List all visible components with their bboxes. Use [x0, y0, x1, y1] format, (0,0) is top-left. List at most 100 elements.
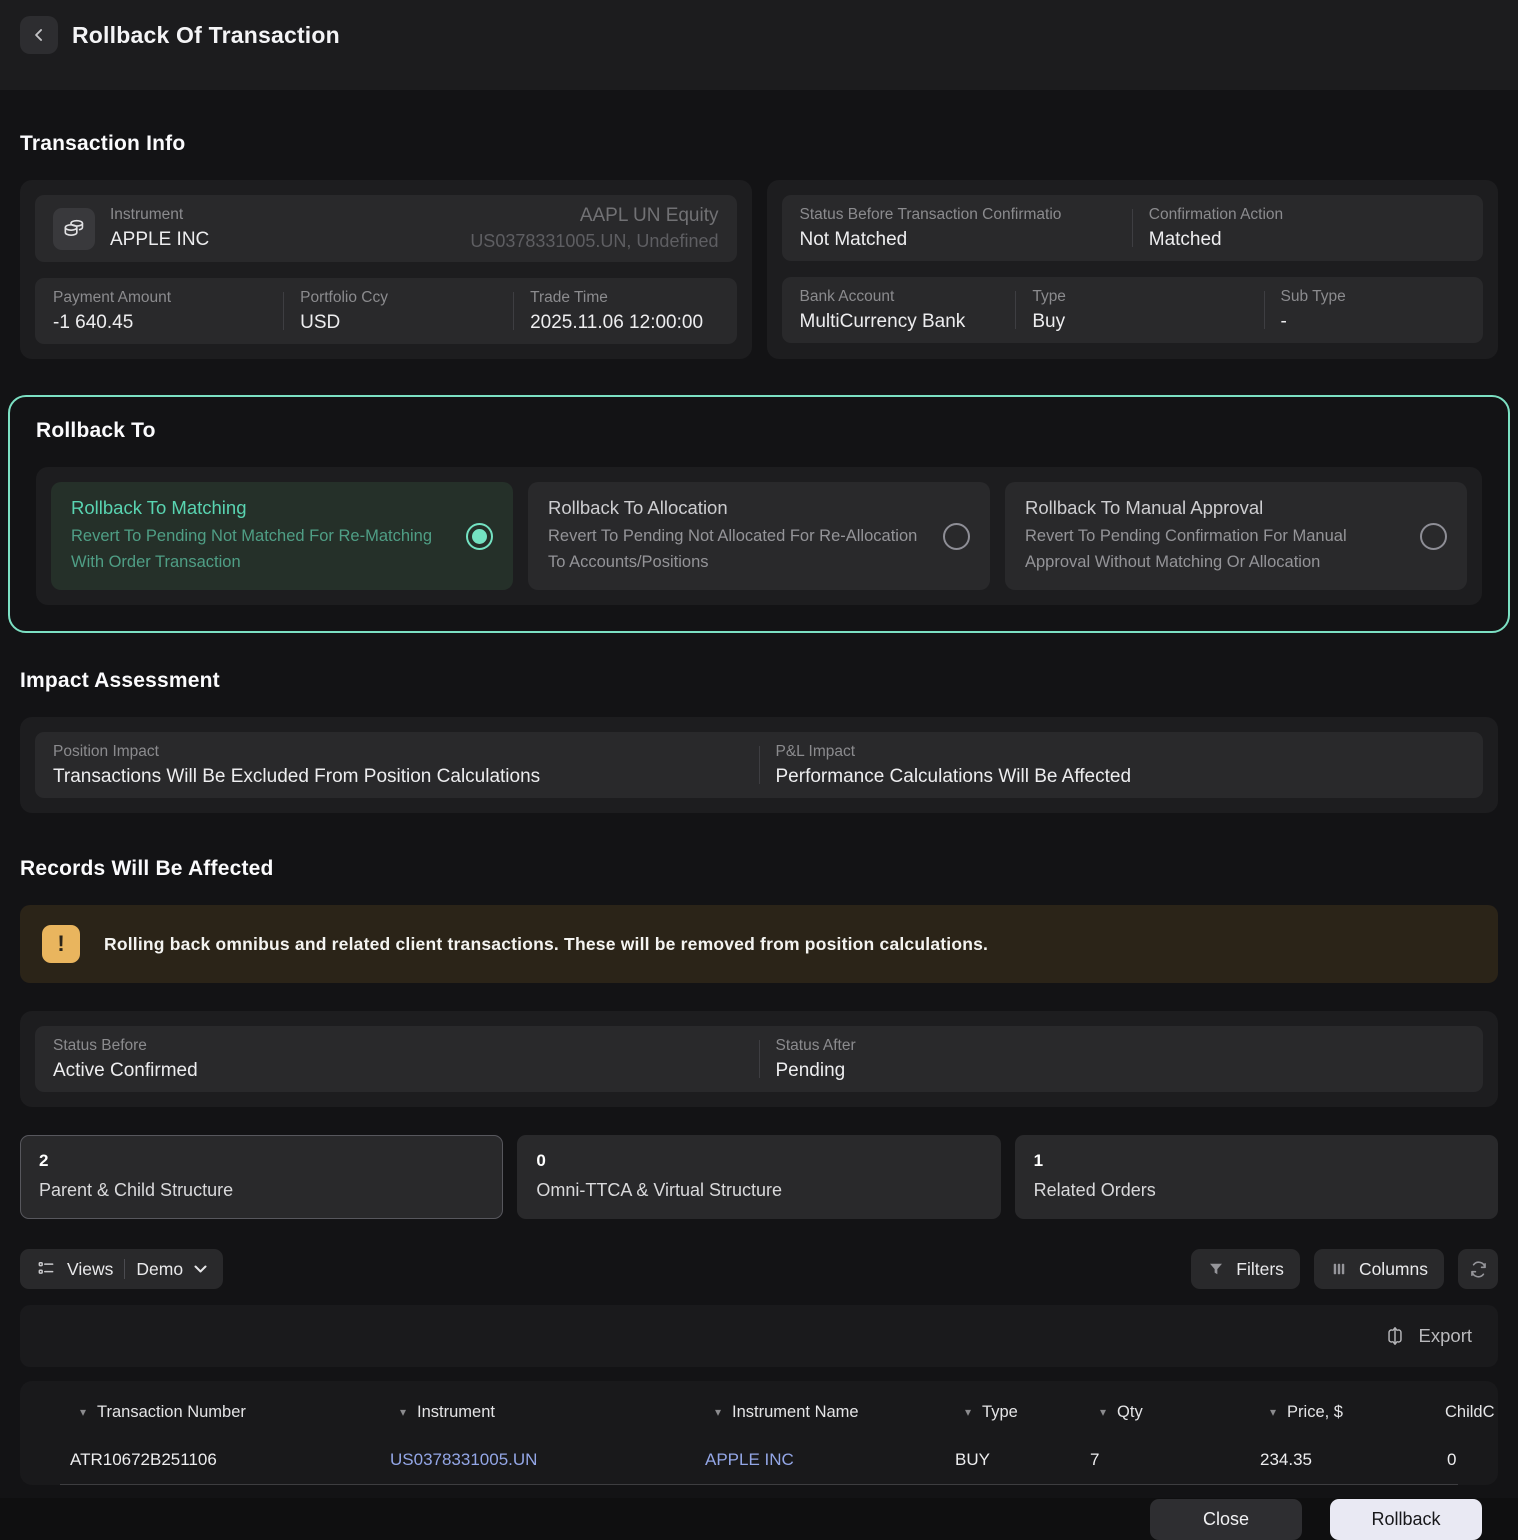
caret-down-icon: ▾: [80, 1405, 87, 1420]
divider: [124, 1259, 126, 1280]
column-header-instrument[interactable]: ▾ Instrument: [384, 1403, 699, 1422]
divider: [1015, 291, 1017, 329]
impact-assessment-heading: Impact Assessment: [20, 669, 220, 693]
status-confirmation-row: Status Before Transaction Confirmatio No…: [781, 195, 1483, 261]
trade-time-value: 2025.11.06 12:00:00: [530, 311, 704, 333]
cell-transaction-number: ATR10672B251106: [70, 1449, 217, 1469]
table-toolbar: Views Demo Filters Columns: [20, 1249, 1498, 1290]
column-header-type[interactable]: ▾ Type: [949, 1403, 1084, 1422]
views-selected-value: Demo: [136, 1258, 184, 1279]
rollback-button[interactable]: Rollback: [1330, 1499, 1482, 1540]
records-affected-heading: Records Will Be Affected: [20, 857, 274, 881]
columns-button[interactable]: Columns: [1313, 1249, 1444, 1290]
chevron-left-icon: [29, 25, 49, 45]
rollback-to-heading: Rollback To: [36, 419, 156, 442]
export-button[interactable]: Export: [1384, 1325, 1472, 1347]
refresh-button[interactable]: [1458, 1249, 1498, 1290]
stat-omni-ttca-virtual-structure[interactable]: 0 Omni-TTCA & Virtual Structure: [517, 1135, 1001, 1220]
bank-account-label: Bank Account: [799, 287, 895, 305]
transaction-info-right-panel: Status Before Transaction Confirmatio No…: [766, 180, 1498, 359]
option-title: Rollback To Allocation: [548, 497, 728, 518]
radio-unselected-icon[interactable]: [1420, 522, 1447, 550]
option-title: Rollback To Manual Approval: [1025, 497, 1264, 518]
views-button[interactable]: Views Demo: [20, 1249, 224, 1290]
status-row: Status Before Active Confirmed Status Af…: [35, 1026, 1483, 1093]
export-icon: [1384, 1325, 1406, 1347]
column-header-price[interactable]: ▾ Price, $: [1254, 1403, 1429, 1422]
column-header-child-count[interactable]: ChildC: [1429, 1403, 1498, 1422]
stat-parent-child-structure[interactable]: 2 Parent & Child Structure: [20, 1135, 504, 1220]
confirmation-action-label: Confirmation Action: [1148, 205, 1284, 223]
pnl-impact-value: Performance Calculations Will Be Affecte…: [775, 765, 1132, 787]
column-header-qty[interactable]: ▾ Qty: [1084, 1403, 1254, 1422]
option-description: Revert To Pending Not Matched For Re-Mat…: [71, 527, 433, 571]
divider: [1131, 209, 1133, 247]
option-rollback-to-allocation[interactable]: Rollback To Allocation Revert To Pending…: [528, 482, 990, 591]
status-after-value: Pending: [775, 1059, 846, 1081]
warning-icon: !: [42, 925, 80, 964]
table-row[interactable]: ATR10672B251106 US0378331005.UN APPLE IN…: [60, 1435, 1458, 1486]
close-button[interactable]: Close: [1150, 1499, 1302, 1540]
dialog-footer: Close Rollback: [20, 1485, 1498, 1540]
column-header-transaction-number[interactable]: ▾ Transaction Number: [64, 1403, 384, 1422]
bank-account-value: MultiCurrency Bank: [799, 310, 966, 332]
option-description: Revert To Pending Confirmation For Manua…: [1025, 527, 1347, 571]
back-button[interactable]: [20, 16, 58, 54]
cell-instrument-name-link[interactable]: APPLE INC: [699, 1450, 949, 1470]
status-before-value: Active Confirmed: [53, 1059, 198, 1081]
radio-unselected-icon[interactable]: [943, 522, 970, 550]
type-value: Buy: [1032, 310, 1066, 332]
caret-down-icon: ▾: [715, 1405, 722, 1420]
option-rollback-to-matching[interactable]: Rollback To Matching Revert To Pending N…: [51, 482, 513, 591]
top-bar: Rollback Of Transaction: [0, 0, 1518, 90]
stat-related-orders[interactable]: 1 Related Orders: [1014, 1135, 1498, 1220]
divider: [513, 292, 515, 330]
instrument-value: APPLE INC: [110, 229, 210, 250]
transaction-info-grid: Instrument APPLE INC AAPL UN Equity US03…: [20, 180, 1498, 359]
cell-qty: 7: [1090, 1449, 1100, 1469]
option-rollback-to-manual-approval[interactable]: Rollback To Manual Approval Revert To Pe…: [1005, 482, 1467, 591]
views-label: Views: [67, 1258, 114, 1279]
cell-instrument-link[interactable]: US0378331005.UN: [384, 1450, 699, 1470]
cell-type: BUY: [955, 1449, 990, 1469]
instrument-label: Instrument: [110, 206, 184, 223]
divider: [758, 1040, 760, 1079]
views-list-icon: [36, 1259, 56, 1279]
instrument-isin: US0378331005.UN, Undefined: [470, 231, 719, 251]
payment-row: Payment Amount -1 640.45 Portfolio Ccy U…: [35, 278, 737, 344]
stat-value: 1: [1033, 1151, 1044, 1171]
option-title: Rollback To Matching: [71, 497, 247, 518]
column-header-instrument-name[interactable]: ▾ Instrument Name: [699, 1403, 949, 1422]
divider: [758, 746, 760, 785]
impact-panel: Position Impact Transactions Will Be Exc…: [20, 717, 1498, 814]
status-before-confirmation-value: Not Matched: [799, 228, 908, 250]
rollback-options-panel: Rollback To Matching Revert To Pending N…: [36, 467, 1482, 606]
stat-value: 2: [39, 1151, 49, 1171]
sub-type-label: Sub Type: [1280, 287, 1346, 305]
stat-label: Parent & Child Structure: [39, 1180, 234, 1201]
stat-label: Related Orders: [1033, 1180, 1156, 1201]
export-label: Export: [1418, 1325, 1472, 1347]
chevron-down-icon: [194, 1265, 207, 1274]
stats-row: 2 Parent & Child Structure 0 Omni-TTCA &…: [20, 1135, 1498, 1220]
position-impact-value: Transactions Will Be Excluded From Posit…: [53, 765, 541, 787]
stat-value: 0: [536, 1151, 546, 1171]
impact-row: Position Impact Transactions Will Be Exc…: [35, 732, 1483, 799]
instrument-ticker: AAPL UN Equity: [579, 205, 719, 226]
sub-type-value: -: [1280, 310, 1287, 332]
page-title: Rollback Of Transaction: [72, 22, 340, 48]
warning-text: Rolling back omnibus and related client …: [104, 933, 989, 954]
caret-down-icon: ▾: [400, 1405, 407, 1420]
caret-down-icon: ▾: [1100, 1405, 1107, 1420]
cell-child-count: 0: [1447, 1449, 1457, 1469]
caret-down-icon: ▾: [965, 1405, 972, 1420]
filters-button[interactable]: Filters: [1191, 1249, 1300, 1290]
stat-label: Omni-TTCA & Virtual Structure: [536, 1180, 783, 1201]
rollback-to-section: Rollback To Rollback To Matching Revert …: [8, 395, 1510, 634]
radio-selected-icon[interactable]: [466, 522, 493, 550]
divider: [283, 292, 285, 330]
records-table: ▾ Transaction Number ▾ Instrument ▾ Instrum…: [20, 1381, 1498, 1486]
refresh-icon: [1468, 1259, 1489, 1280]
instrument-card: Instrument APPLE INC AAPL UN Equity US03…: [35, 195, 737, 262]
filters-label: Filters: [1236, 1258, 1284, 1279]
